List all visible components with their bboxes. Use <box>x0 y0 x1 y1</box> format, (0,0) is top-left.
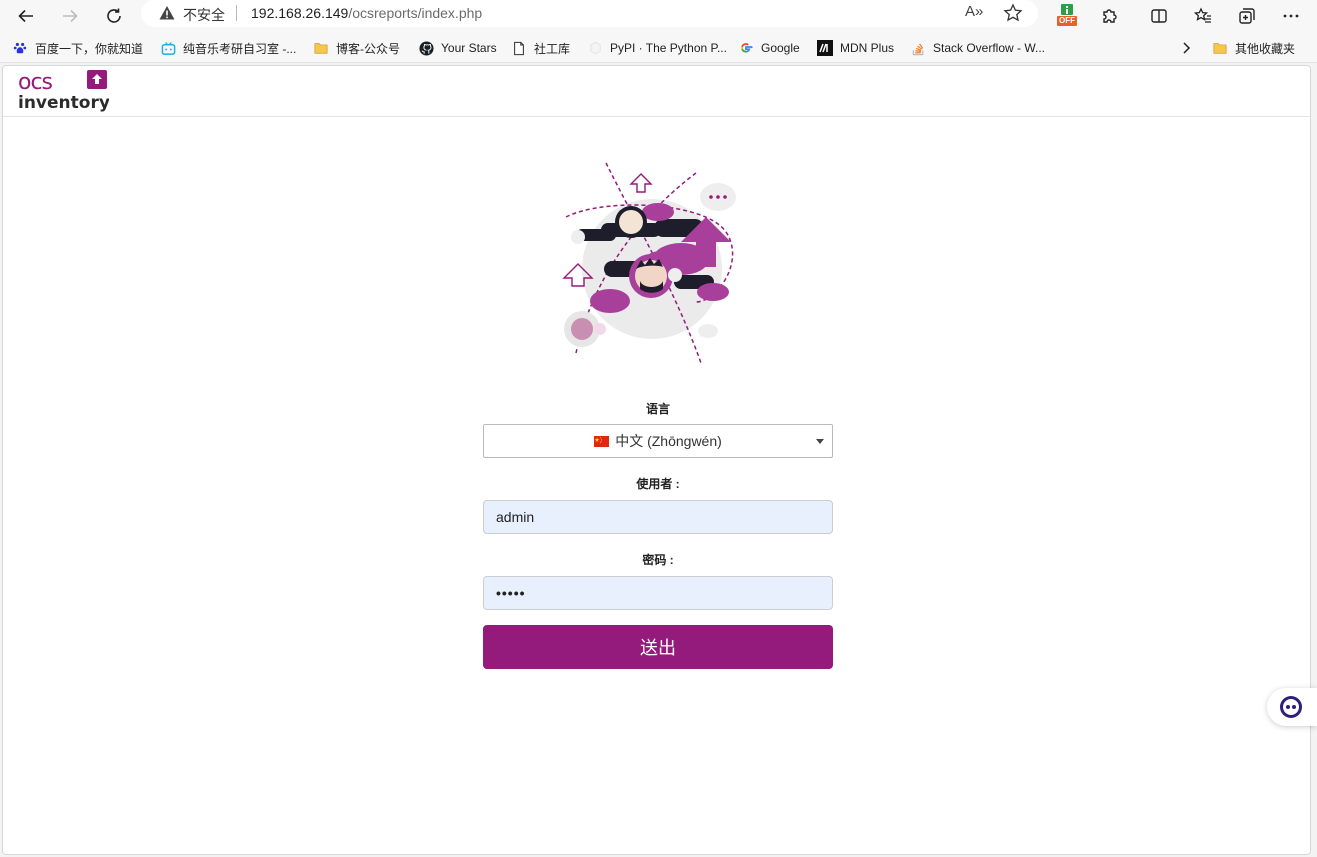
extensions-button[interactable] <box>1096 2 1124 30</box>
password-input[interactable]: ••••• <box>483 576 833 610</box>
baidu-icon <box>12 40 28 56</box>
other-bookmarks-folder[interactable]: 其他收藏夹 <box>1212 38 1295 58</box>
language-select[interactable]: 中文 (Zhōngwén) <box>483 424 833 458</box>
reload-button[interactable] <box>99 1 129 31</box>
bookmark-item[interactable]: Google <box>738 38 800 58</box>
bookmark-label: 百度一下，你就知道 <box>35 41 144 56</box>
floating-assistant-button[interactable] <box>1267 688 1317 726</box>
username-input[interactable]: admin <box>483 500 833 534</box>
language-value: 中文 (Zhōngwén) <box>615 433 722 449</box>
favorite-star-icon[interactable] <box>1003 3 1023 23</box>
split-screen-icon <box>1151 9 1167 23</box>
extension-badge-text: OFF <box>1059 16 1075 25</box>
security-label[interactable]: 不安全 <box>183 5 225 25</box>
page-icon <box>511 40 527 56</box>
submit-button[interactable]: 送出 <box>483 625 833 669</box>
bookmark-label: Your Stars <box>441 41 497 55</box>
more-dots-icon <box>1283 14 1299 18</box>
puzzle-icon <box>1103 9 1117 23</box>
favorites-button[interactable] <box>1189 2 1217 30</box>
read-aloud-icon[interactable]: A» <box>965 3 983 20</box>
github-icon <box>418 40 434 56</box>
url-host: 192.168.26.149 <box>251 5 349 21</box>
bookmark-item[interactable]: 博客-公众号 <box>313 38 400 58</box>
back-button[interactable] <box>11 1 41 31</box>
other-bookmarks-label: 其他收藏夹 <box>1235 41 1296 56</box>
bookmark-label: Stack Overflow - W... <box>933 41 1046 55</box>
arrow-right-icon <box>63 9 78 23</box>
favorites-list-icon <box>1194 7 1211 23</box>
page-header: ocs inventory <box>3 66 1310 117</box>
extension-off-icon[interactable]: OFF <box>1056 3 1078 27</box>
svg-text:ocs: ocs <box>18 70 53 95</box>
bookmark-label: PyPI · The Python P... <box>610 41 727 55</box>
browser-toolbar: 不安全 192.168.26.149/ocsreports/index.php … <box>0 0 1317 33</box>
svg-text:inventory: inventory <box>18 93 109 113</box>
bilibili-icon <box>160 40 176 56</box>
china-flag-icon <box>594 435 610 447</box>
chevron-right-icon[interactable] <box>1178 40 1194 56</box>
bookmark-item[interactable]: Stack Overflow - W... <box>910 38 1045 58</box>
collections-button[interactable] <box>1233 2 1261 30</box>
bookmark-label: 博客-公众号 <box>336 41 400 56</box>
settings-menu-button[interactable] <box>1277 2 1305 30</box>
url-text[interactable]: 192.168.26.149/ocsreports/index.php <box>251 5 482 21</box>
address-separator <box>236 5 237 21</box>
bookmark-item[interactable]: 百度一下，你就知道 <box>12 38 143 58</box>
url-path: /ocsreports/index.php <box>348 5 483 21</box>
bookmark-item[interactable]: 纯音乐考研自习室 -... <box>160 38 296 58</box>
password-label: 密码 : <box>642 553 674 567</box>
bookmark-label: Google <box>761 41 800 55</box>
page-content: ocs inventory 语言 中文 (Zhōngwén) 使用者: adm… <box>2 65 1311 855</box>
caret-down-icon <box>816 439 824 444</box>
google-icon <box>738 40 754 56</box>
arrow-left-icon <box>18 9 33 23</box>
hero-illustration <box>562 162 736 364</box>
folder-icon <box>1212 40 1228 56</box>
mdn-icon <box>817 40 833 56</box>
bookmark-item[interactable]: 社工库 <box>511 38 570 58</box>
bookmark-label: 纯音乐考研自习室 -... <box>183 41 297 56</box>
address-bar[interactable]: 不安全 192.168.26.149/ocsreports/index.php … <box>141 0 1038 27</box>
split-screen-button[interactable] <box>1145 2 1173 30</box>
login-form: 语言 中文 (Zhōngwén) 使用者 : admin 密码 : ••••• … <box>483 400 833 669</box>
bookmark-item[interactable]: PyPI · The Python P... <box>587 38 727 58</box>
robot-face-icon <box>1280 696 1302 718</box>
pypi-icon <box>587 40 603 56</box>
warning-icon <box>159 6 175 20</box>
language-label: 语言 <box>645 402 670 416</box>
bookmarks-bar: 百度一下，你就知道 纯音乐考研自习室 -... 博客-公众号 Your Star… <box>0 33 1317 63</box>
bookmark-label: MDN Plus <box>840 41 895 55</box>
bookmark-label: 社工库 <box>534 41 571 56</box>
ocs-inventory-logo[interactable]: ocs inventory <box>17 69 109 113</box>
bookmark-item[interactable]: Your Stars <box>418 38 497 58</box>
bookmark-item[interactable]: MDN Plus <box>817 38 894 58</box>
collections-icon <box>1239 8 1255 24</box>
user-label: 使用者 : <box>636 477 680 491</box>
stackoverflow-icon <box>910 40 926 56</box>
reload-icon <box>107 8 121 23</box>
forward-button[interactable] <box>55 1 85 31</box>
folder-icon <box>313 40 329 56</box>
